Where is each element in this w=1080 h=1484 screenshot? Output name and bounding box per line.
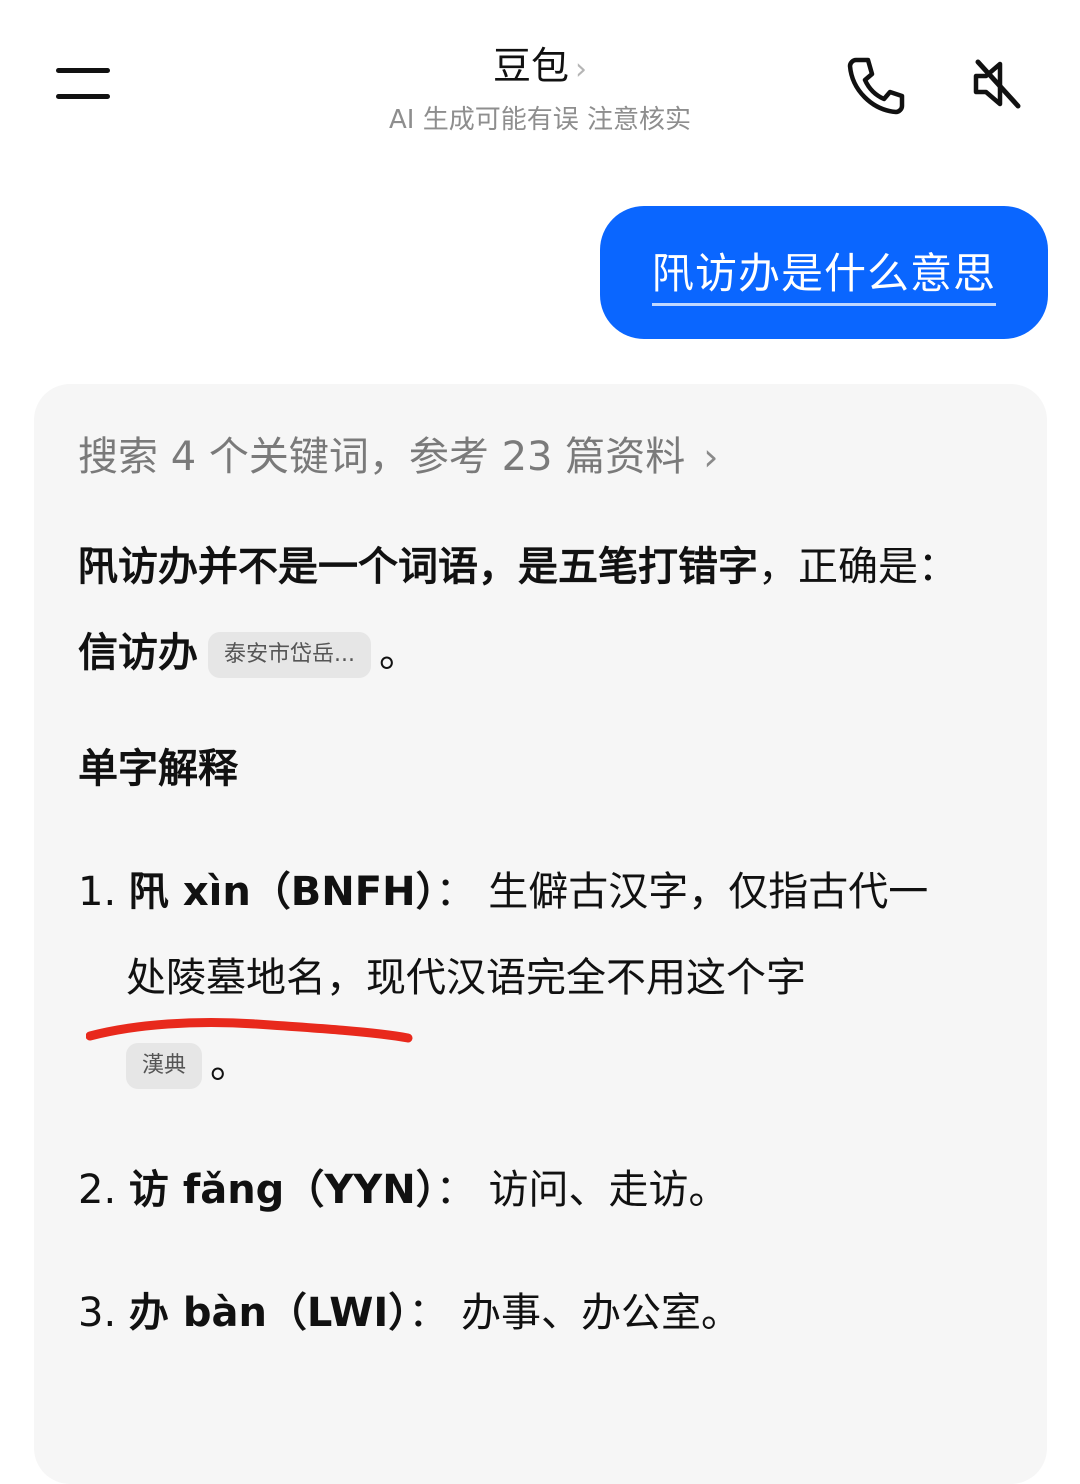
list-item-colon: ： xyxy=(435,869,476,915)
list-item-head: 办 bàn（LWI） xyxy=(128,1290,409,1336)
assistant-answer-card: 搜索 4 个关键词，参考 23 篇资料 › 阠访办并不是一个词语，是五笔打错字，正… xyxy=(34,384,1047,1484)
answer-correct-term: 信访办 xyxy=(78,630,198,676)
list-number: 3. xyxy=(78,1290,117,1336)
list-number: 1. xyxy=(78,869,117,915)
answer-connector: ，正确是： xyxy=(758,544,958,590)
top-bar: 豆包 › AI 生成可能有误 注意核实 xyxy=(0,0,1080,170)
list-item: 1. 阠 xìn（BNFH）： 生僻古汉字，仅指古代一 处陵墓地名，现代汉语完全… xyxy=(78,849,1018,1107)
list-number: 2. xyxy=(78,1167,117,1213)
list-item-colon: ： xyxy=(435,1167,476,1213)
answer-period: 。 xyxy=(378,630,419,676)
ai-disclaimer: AI 生成可能有误 注意核实 xyxy=(389,105,691,135)
menu-icon[interactable] xyxy=(52,62,114,104)
list-item: 2. 访 fǎng（YYN）： 访问、走访。 xyxy=(78,1147,728,1233)
phone-icon[interactable] xyxy=(842,52,906,116)
list-item: 3. 办 bàn（LWI）： 办事、办公室。 xyxy=(78,1270,741,1356)
chevron-right-icon: › xyxy=(703,435,719,479)
user-message-bubble[interactable]: 阠访办是什么意思 xyxy=(600,206,1048,339)
answer-lead: 阠访办并不是一个词语，是五笔打错字 xyxy=(78,544,758,590)
list-item-text: 生僻古汉字，仅指古代一 xyxy=(488,869,929,915)
user-message-text: 阠访办是什么意思 xyxy=(651,240,996,306)
section-title: 单字解释 xyxy=(78,746,238,792)
list-item-head: 访 fǎng（YYN） xyxy=(128,1167,436,1213)
list-item-text-cont: 处陵墓地名，现代汉语完全不用这个字 xyxy=(126,955,806,1001)
chevron-right-icon: › xyxy=(575,52,587,87)
list-item-text: 访问、走访。 xyxy=(488,1167,729,1213)
list-item-text: 办事、办公室。 xyxy=(461,1290,742,1336)
list-item-head: 阠 xìn（BNFH） xyxy=(128,869,436,915)
red-underline-annotation xyxy=(86,1018,413,1043)
bot-name[interactable]: 豆包 xyxy=(493,44,569,88)
chat-title-area[interactable]: 豆包 › AI 生成可能有误 注意核实 xyxy=(340,40,740,140)
speaker-muted-icon[interactable] xyxy=(964,52,1028,116)
source-tag[interactable]: 泰安市岱岳... xyxy=(208,632,371,678)
search-summary-text: 搜索 4 个关键词，参考 23 篇资料 xyxy=(78,434,686,480)
answer-paragraph: 阠访办并不是一个词语，是五笔打错字，正确是： 信访办 泰安市岱岳...。 xyxy=(78,524,1008,696)
list-item-colon: ： xyxy=(408,1290,449,1336)
search-summary[interactable]: 搜索 4 个关键词，参考 23 篇资料 › xyxy=(78,424,718,482)
